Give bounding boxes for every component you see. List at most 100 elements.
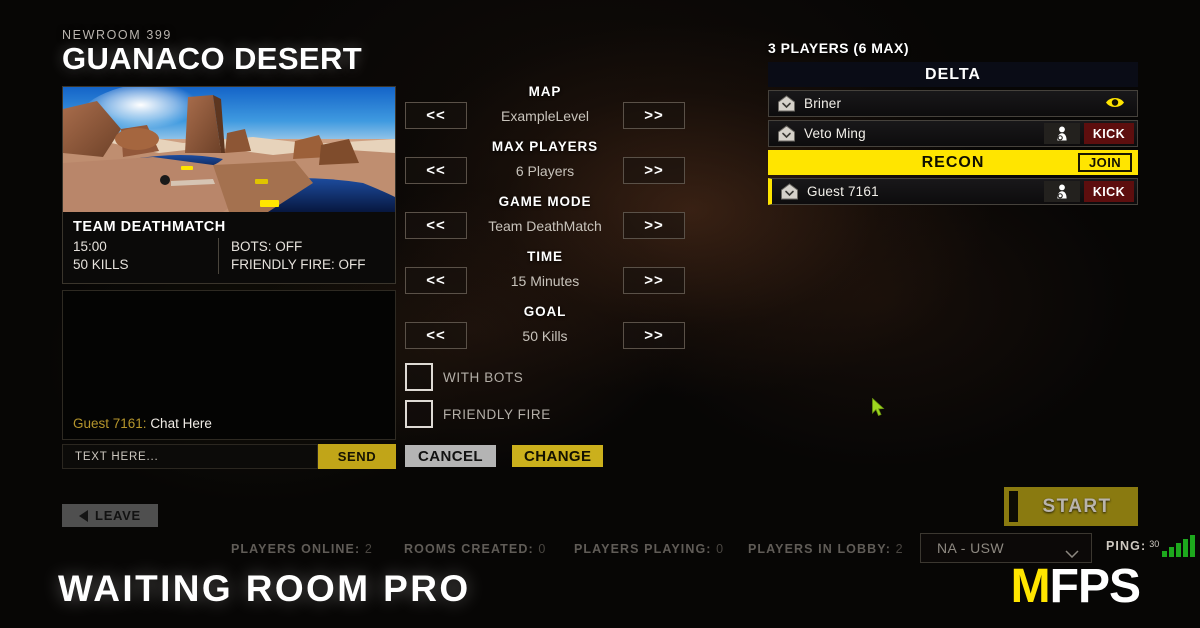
kick-button[interactable]: KICK — [1083, 123, 1134, 144]
mouse-cursor — [872, 397, 885, 422]
players-panel: 3 PLAYERS (6 MAX) DELTA Briner Veto Ming… — [768, 40, 1138, 208]
setting-max-players-value: 6 Players — [515, 162, 575, 179]
kick-button[interactable]: KICK — [1083, 181, 1134, 202]
region-select-value: NA - USW — [937, 540, 1004, 556]
setting-goal-prev-button[interactable]: << — [405, 322, 467, 349]
signal-bars-icon — [1162, 535, 1196, 557]
setting-time: TIME << 15 Minutes >> — [405, 249, 685, 299]
ping-indicator: PING: 30 — [1106, 535, 1196, 557]
mute-player-icon[interactable] — [1043, 123, 1080, 144]
start-button[interactable]: START — [1004, 487, 1138, 526]
player-name: Briner — [804, 96, 842, 111]
setting-time-next-button[interactable]: >> — [623, 267, 685, 294]
ping-label: PING: — [1106, 539, 1147, 553]
setting-map: MAP << ExampleLevel >> — [405, 84, 685, 134]
mute-player-icon[interactable] — [1043, 181, 1080, 202]
team-header-recon: RECON JOIN — [768, 150, 1138, 175]
start-button-accent-bar — [1009, 491, 1018, 522]
leave-button[interactable]: LEAVE — [62, 504, 158, 527]
table-row[interactable]: Veto Ming KICK — [768, 120, 1138, 147]
player-rank-icon — [780, 183, 799, 200]
player-rank-icon — [777, 95, 796, 112]
chat-message-text: Chat Here — [150, 416, 212, 432]
stat-players-online-label: PLAYERS ONLINE: — [231, 542, 361, 556]
setting-map-prev-button[interactable]: << — [405, 102, 467, 129]
room-tag: NEWROOM 399 — [62, 28, 172, 42]
player-name: Veto Ming — [804, 126, 866, 141]
setting-max-players-prev-button[interactable]: << — [405, 157, 467, 184]
chat-input[interactable]: TEXT HERE... — [62, 444, 318, 470]
map-preview-image — [63, 86, 395, 212]
waiting-room-screen: NEWROOM 399 GUANACO DESERT TEAM DEATHMAT… — [0, 0, 1200, 628]
spectate-icon[interactable] — [1105, 96, 1125, 114]
setting-time-value: 15 Minutes — [510, 272, 580, 289]
stat-rooms-created-label: ROOMS CREATED: — [404, 542, 534, 556]
setting-time-prev-button[interactable]: << — [405, 267, 467, 294]
table-row[interactable]: Guest 7161 KICK — [768, 178, 1138, 205]
setting-goal-label: GOAL — [523, 304, 567, 319]
room-info-column: NEWROOM 399 GUANACO DESERT TEAM DEATHMAT… — [62, 28, 396, 470]
brand-logo-fps: FPS — [1049, 560, 1141, 613]
setting-goal-next-button[interactable]: >> — [623, 322, 685, 349]
join-team-button[interactable]: JOIN — [1078, 153, 1132, 172]
setting-time-label: TIME — [527, 249, 563, 264]
player-actions: KICK — [1043, 123, 1134, 144]
map-goal-value: 50 KILLS — [73, 257, 129, 273]
table-row[interactable]: Briner — [768, 90, 1138, 117]
team-header-delta-label: DELTA — [925, 65, 981, 83]
with-bots-label: WITH BOTS — [443, 369, 524, 385]
start-button-label: START — [1042, 495, 1112, 517]
chevron-down-icon — [1065, 545, 1079, 559]
player-name: Guest 7161 — [807, 184, 879, 199]
stat-rooms-created: ROOMS CREATED: 0 — [404, 542, 545, 556]
setting-game-mode-next-button[interactable]: >> — [623, 212, 685, 239]
team-header-recon-label: RECON — [921, 153, 985, 171]
chat-message-author: Guest 7161: — [73, 416, 151, 432]
brand-logo: MFPS — [1011, 560, 1141, 613]
player-actions: KICK — [1043, 181, 1134, 202]
map-preview-card: TEAM DEATHMATCH 15:00 50 KILLS BOTS: OFF… — [62, 85, 396, 285]
friendly-fire-checkbox[interactable] — [405, 400, 433, 428]
setting-game-mode-label: GAME MODE — [498, 194, 592, 209]
setting-game-mode-prev-button[interactable]: << — [405, 212, 467, 239]
setting-goal-value: 50 Kills — [522, 327, 568, 344]
map-friendlyfire-value: FRIENDLY FIRE: OFF — [231, 257, 366, 273]
settings-actions: CANCEL CHANGE — [405, 445, 685, 467]
page-title: GUANACO DESERT — [62, 41, 363, 76]
map-info: TEAM DEATHMATCH 15:00 50 KILLS BOTS: OFF… — [63, 211, 395, 284]
chat-log[interactable]: Guest 7161: Chat Here — [62, 290, 396, 441]
change-button[interactable]: CHANGE — [512, 445, 604, 467]
setting-max-players-next-button[interactable]: >> — [623, 157, 685, 184]
setting-goal: GOAL << 50 Kills >> — [405, 304, 685, 354]
stat-players-playing: PLAYERS PLAYING: 0 — [574, 542, 723, 556]
stat-rooms-created-value: 0 — [538, 542, 546, 556]
stat-players-in-lobby-label: PLAYERS IN LOBBY: — [748, 542, 892, 556]
stat-players-playing-value: 0 — [716, 542, 724, 556]
ping-value: 30 — [1149, 539, 1160, 549]
footer-title: WAITING ROOM PRO — [58, 568, 471, 609]
stat-players-playing-label: PLAYERS PLAYING: — [574, 542, 712, 556]
map-bots-value: BOTS: OFF — [231, 238, 303, 254]
setting-map-next-button[interactable]: >> — [623, 102, 685, 129]
stat-players-in-lobby-value: 2 — [895, 542, 903, 556]
with-bots-checkbox[interactable] — [405, 363, 433, 391]
arrow-left-icon — [79, 509, 89, 522]
region-select[interactable]: NA - USW — [920, 533, 1092, 563]
map-mode-label: TEAM DEATHMATCH — [73, 218, 226, 235]
stat-players-in-lobby: PLAYERS IN LOBBY: 2 — [748, 542, 903, 556]
match-settings-panel: MAP << ExampleLevel >> MAX PLAYERS << 6 … — [405, 84, 685, 467]
player-rank-icon — [777, 125, 796, 142]
setting-game-mode-value: Team DeathMatch — [488, 217, 602, 234]
friendly-fire-row: FRIENDLY FIRE — [405, 400, 685, 428]
friendly-fire-label: FRIENDLY FIRE — [443, 406, 551, 422]
cancel-button[interactable]: CANCEL — [405, 445, 496, 467]
map-time-value: 15:00 — [73, 238, 107, 254]
setting-map-value: ExampleLevel — [501, 107, 589, 124]
stat-players-online-value: 2 — [364, 542, 372, 556]
send-button[interactable]: SEND — [318, 444, 396, 470]
leave-button-label: LEAVE — [95, 508, 141, 523]
players-count: 3 PLAYERS (6 MAX) — [768, 40, 910, 56]
chat-input-row: TEXT HERE... SEND — [62, 444, 396, 470]
chat-message: Guest 7161: Chat Here — [73, 416, 212, 431]
setting-game-mode: GAME MODE << Team DeathMatch >> — [405, 194, 685, 244]
